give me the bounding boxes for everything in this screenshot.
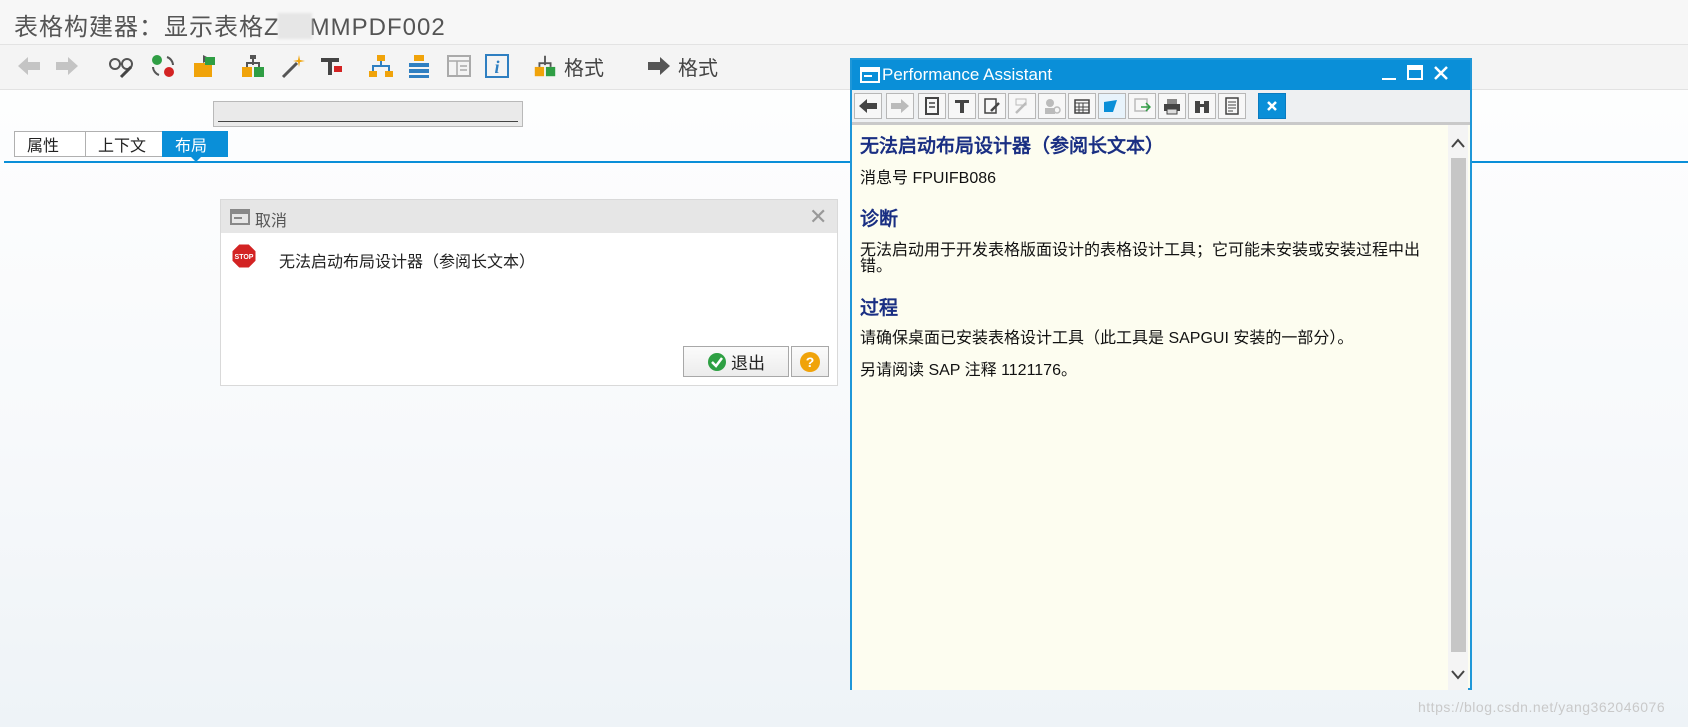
align-stack-icon[interactable] [404, 51, 434, 81]
close-icon[interactable]: ✕ [809, 204, 827, 230]
toggle-display-change-icon[interactable] [148, 51, 178, 81]
hierarchy-icon [534, 55, 556, 77]
calendar-icon[interactable] [1068, 93, 1096, 119]
title-bar: 表格构建器：显示表格Z MMPDF002 [0, 0, 1688, 45]
back-icon[interactable] [854, 93, 882, 119]
technical-info-icon[interactable] [948, 93, 976, 119]
pa-content: 无法启动布局设计器（参阅长文本） 消息号 FPUIFB086 诊断 无法启动用于… [852, 125, 1448, 690]
app-title: 表格构建器：显示表格Z MMPDF002 [14, 13, 446, 41]
redacted-text [277, 13, 312, 39]
info-icon[interactable]: i [482, 51, 512, 81]
help-button[interactable]: ? [791, 346, 829, 377]
table-layout-icon[interactable] [444, 51, 474, 81]
cancel-dialog: 取消 ✕ STOP 无法启动布局设计器（参阅长文本） 退出 ? [220, 199, 838, 386]
scroll-up-icon[interactable] [1450, 137, 1466, 149]
window-icon [860, 67, 880, 83]
debug-tool-icon[interactable] [316, 51, 346, 81]
tab-layout[interactable]: 布局 [162, 131, 228, 162]
pa-heading-procedure: 过程 [860, 298, 899, 319]
watermark: https://blog.csdn.net/yang362046076 [1418, 699, 1666, 715]
help-icon: ? [800, 351, 820, 372]
bookmark-icon[interactable] [1098, 93, 1126, 119]
close-icon[interactable] [1432, 64, 1450, 88]
svg-text:STOP: STOP [235, 254, 254, 261]
back-arrow-icon[interactable] [14, 51, 44, 81]
exit-button[interactable]: 退出 [683, 346, 789, 377]
svg-text:i: i [494, 57, 499, 77]
tab-strip: 属性 上下文 布局 [14, 131, 228, 162]
wizard-icon[interactable] [1008, 93, 1036, 119]
layout-input-field[interactable] [213, 101, 523, 127]
edit-document-icon[interactable] [978, 93, 1006, 119]
performance-assistant-window: Performance Assistant 无法启动布局设计器（参阅长文本） 消… [850, 58, 1472, 690]
format-button-2[interactable]: 格式 [646, 51, 730, 81]
pa-title-bar: Performance Assistant [852, 60, 1470, 90]
arrow-right-icon [648, 57, 670, 75]
hierarchy-icon[interactable] [238, 51, 268, 81]
tab-attributes[interactable]: 属性 [14, 131, 85, 157]
scroll-down-icon[interactable] [1450, 669, 1466, 681]
tab-context[interactable]: 上下文 [85, 131, 162, 157]
text-document-icon[interactable] [1218, 93, 1246, 119]
close-panel-icon[interactable] [1258, 93, 1286, 119]
dialog-title: 取消 [255, 213, 288, 230]
stop-icon: STOP [231, 243, 257, 269]
pa-heading-main: 无法启动布局设计器（参阅长文本） [860, 136, 1165, 157]
dialog-message: 无法启动布局设计器（参阅长文本） [279, 254, 536, 271]
format-label: 格式 [678, 57, 718, 80]
dialog-header: 取消 ✕ [221, 200, 837, 233]
export-icon[interactable] [1128, 93, 1156, 119]
pa-procedure-note: 另请阅读 SAP 注释 1121176。 [860, 362, 1077, 379]
find-icon[interactable] [1188, 93, 1216, 119]
object-transport-icon[interactable] [190, 51, 220, 81]
magic-wand-icon[interactable] [278, 51, 308, 81]
pa-message-number: 消息号 FPUIFB086 [860, 170, 997, 187]
format-button-1[interactable]: 格式 [532, 51, 616, 81]
window-icon [230, 209, 250, 225]
format-label: 格式 [564, 57, 604, 80]
maximize-icon[interactable] [1406, 64, 1424, 88]
svg-text:?: ? [806, 354, 815, 370]
glasses-edit-icon[interactable] [106, 51, 136, 81]
pa-toolbar [852, 90, 1470, 125]
user-settings-icon[interactable] [1038, 93, 1066, 119]
exit-label: 退出 [731, 354, 765, 373]
pa-procedure-text: 请确保桌面已安装表格设计工具（此工具是 SAPGUI 安装的一部分）。 [860, 330, 1354, 347]
minimize-icon[interactable] [1380, 60, 1398, 92]
forward-arrow-icon[interactable] [52, 51, 82, 81]
org-tree-icon[interactable] [366, 51, 396, 81]
print-icon[interactable] [1158, 93, 1186, 119]
forward-icon[interactable] [886, 93, 914, 119]
check-circle-icon [708, 352, 726, 371]
pa-title: Performance Assistant [882, 65, 1053, 84]
pa-heading-diagnosis: 诊断 [860, 209, 899, 230]
pa-scroll-thumb[interactable] [1451, 158, 1466, 652]
pa-diagnosis-text: 无法启动用于开发表格版面设计的表格设计工具；它可能未安装或安装过程中出错。 [860, 242, 1421, 275]
document-icon[interactable] [918, 93, 946, 119]
